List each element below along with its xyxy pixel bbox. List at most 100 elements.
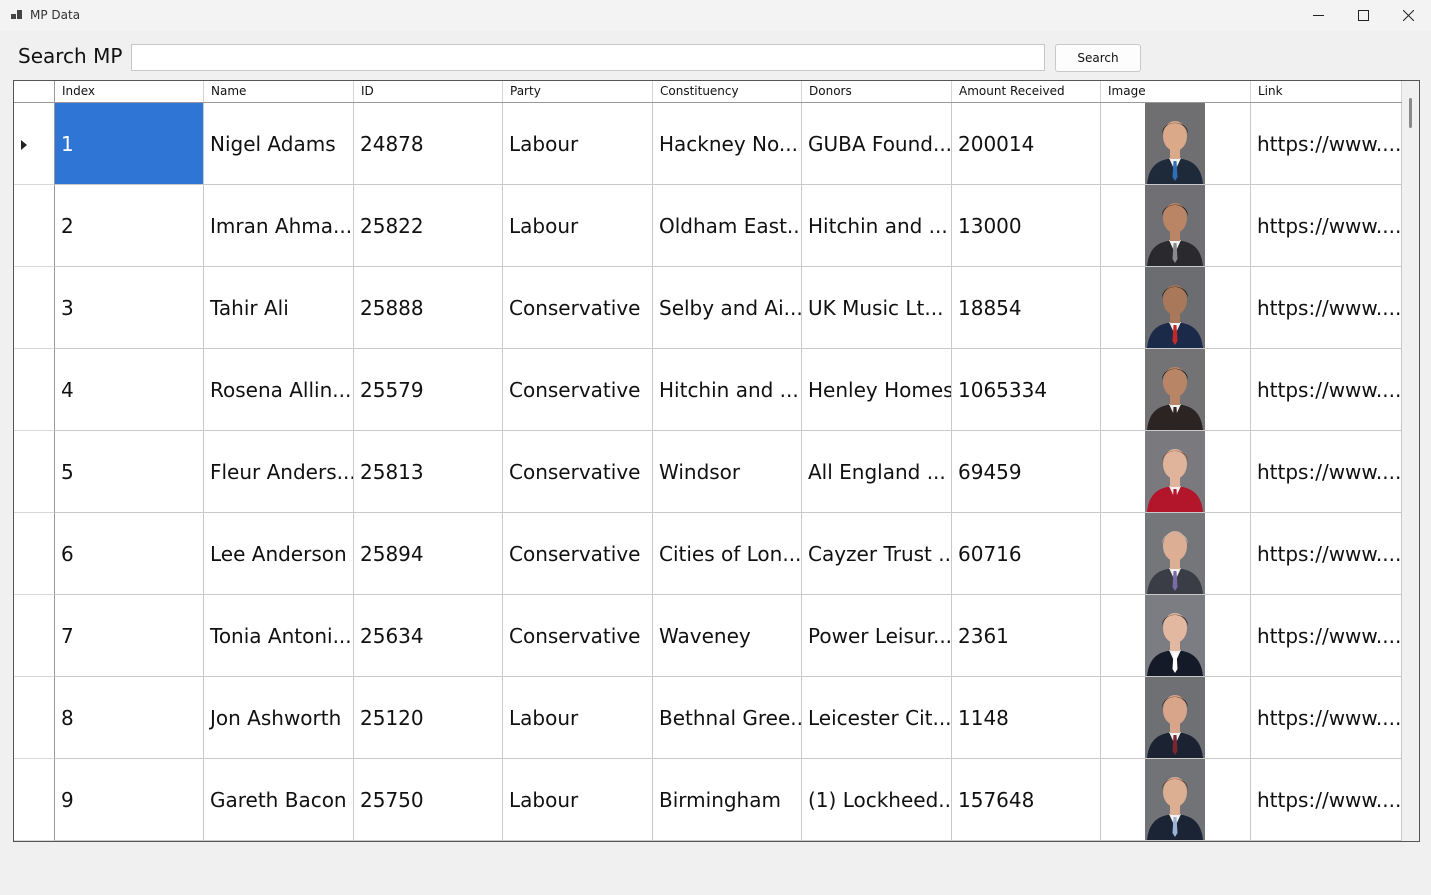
cell-constituency[interactable]: Birmingham: [653, 759, 802, 841]
row-header[interactable]: [14, 185, 55, 267]
vertical-scrollbar[interactable]: [1402, 81, 1419, 841]
cell-image[interactable]: [1101, 759, 1251, 841]
cell-donors[interactable]: Hitchin and ...: [802, 185, 952, 267]
cell-constituency[interactable]: Selby and Ai...: [653, 267, 802, 349]
table-row[interactable]: 9 Gareth Bacon 25750 Labour Birmingham (1) Lo…: [14, 759, 1402, 841]
cell-index[interactable]: 5: [55, 431, 204, 513]
row-header[interactable]: [14, 431, 55, 513]
cell-index[interactable]: 2: [55, 185, 204, 267]
cell-party[interactable]: Conservative: [503, 595, 653, 677]
cell-amount-received[interactable]: 69459: [952, 431, 1101, 513]
cell-donors[interactable]: All England ...: [802, 431, 952, 513]
cell-image[interactable]: [1101, 431, 1251, 513]
cell-constituency[interactable]: Hitchin and ...: [653, 349, 802, 431]
cell-constituency[interactable]: Windsor: [653, 431, 802, 513]
column-header-id[interactable]: ID: [354, 81, 503, 102]
scrollbar-thumb[interactable]: [1409, 98, 1412, 128]
column-header-constituency[interactable]: Constituency: [653, 81, 802, 102]
search-button[interactable]: Search: [1055, 44, 1141, 72]
cell-party[interactable]: Conservative: [503, 513, 653, 595]
cell-id[interactable]: 25888: [354, 267, 503, 349]
cell-party[interactable]: Conservative: [503, 431, 653, 513]
table-row[interactable]: 6 Lee Anderson 25894 Conservative Cities of …: [14, 513, 1402, 595]
table-row[interactable]: 4 Rosena Allin... 25579 Conservative Hitchin…: [14, 349, 1402, 431]
cell-party[interactable]: Labour: [503, 677, 653, 759]
minimize-button[interactable]: [1295, 0, 1341, 31]
row-header[interactable]: [14, 677, 55, 759]
mp-data-grid[interactable]: Index Name ID Party Constituency Donors Amount…: [13, 80, 1420, 842]
cell-amount-received[interactable]: 1148: [952, 677, 1101, 759]
column-header-party[interactable]: Party: [503, 81, 653, 102]
cell-amount-received[interactable]: 18854: [952, 267, 1101, 349]
cell-id[interactable]: 25750: [354, 759, 503, 841]
cell-constituency[interactable]: Bethnal Gree...: [653, 677, 802, 759]
column-header-amount-received[interactable]: Amount Received: [952, 81, 1101, 102]
cell-id[interactable]: 25822: [354, 185, 503, 267]
cell-link[interactable]: https://www....: [1251, 103, 1402, 185]
cell-amount-received[interactable]: 2361: [952, 595, 1101, 677]
cell-image[interactable]: [1101, 513, 1251, 595]
cell-name[interactable]: Tonia Antoni...: [204, 595, 354, 677]
cell-name[interactable]: Lee Anderson: [204, 513, 354, 595]
maximize-button[interactable]: [1340, 0, 1386, 31]
cell-name[interactable]: Rosena Allin...: [204, 349, 354, 431]
cell-name[interactable]: Imran Ahma...: [204, 185, 354, 267]
row-header[interactable]: [14, 759, 55, 841]
cell-id[interactable]: 25634: [354, 595, 503, 677]
cell-name[interactable]: Gareth Bacon: [204, 759, 354, 841]
cell-id[interactable]: 25894: [354, 513, 503, 595]
column-header-index[interactable]: Index: [55, 81, 204, 102]
cell-id[interactable]: 24878: [354, 103, 503, 185]
cell-index[interactable]: 3: [55, 267, 204, 349]
cell-party[interactable]: Conservative: [503, 267, 653, 349]
cell-party[interactable]: Labour: [503, 103, 653, 185]
cell-constituency[interactable]: Oldham East...: [653, 185, 802, 267]
table-row[interactable]: 3 Tahir Ali 25888 Conservative Selby and Ai.…: [14, 267, 1402, 349]
cell-link[interactable]: https://www....: [1251, 759, 1402, 841]
cell-index[interactable]: 6: [55, 513, 204, 595]
cell-name[interactable]: Fleur Anders...: [204, 431, 354, 513]
row-header[interactable]: [14, 513, 55, 595]
row-header[interactable]: [14, 103, 55, 185]
cell-id[interactable]: 25579: [354, 349, 503, 431]
table-row[interactable]: 5 Fleur Anders... 25813 Conservative Windsor…: [14, 431, 1402, 513]
cell-donors[interactable]: UK Music Lt...: [802, 267, 952, 349]
cell-party[interactable]: Labour: [503, 759, 653, 841]
cell-party[interactable]: Labour: [503, 185, 653, 267]
column-header-image[interactable]: Image: [1101, 81, 1251, 102]
cell-index[interactable]: 8: [55, 677, 204, 759]
cell-image[interactable]: [1101, 595, 1251, 677]
cell-id[interactable]: 25120: [354, 677, 503, 759]
cell-donors[interactable]: Power Leisur...: [802, 595, 952, 677]
cell-amount-received[interactable]: 200014: [952, 103, 1101, 185]
cell-donors[interactable]: (1) Lockheed...: [802, 759, 952, 841]
table-row[interactable]: 1 Nigel Adams 24878 Labour Hackney No... GUBA…: [14, 103, 1402, 185]
cell-donors[interactable]: Henley Homes: [802, 349, 952, 431]
cell-id[interactable]: 25813: [354, 431, 503, 513]
cell-image[interactable]: [1101, 349, 1251, 431]
cell-image[interactable]: [1101, 185, 1251, 267]
column-header-donors[interactable]: Donors: [802, 81, 952, 102]
cell-image[interactable]: [1101, 267, 1251, 349]
cell-image[interactable]: [1101, 677, 1251, 759]
column-header-link[interactable]: Link: [1251, 81, 1402, 102]
search-input[interactable]: [131, 44, 1045, 71]
cell-index[interactable]: 4: [55, 349, 204, 431]
cell-donors[interactable]: Leicester Cit...: [802, 677, 952, 759]
row-header[interactable]: [14, 595, 55, 677]
cell-link[interactable]: https://www....: [1251, 595, 1402, 677]
cell-name[interactable]: Nigel Adams: [204, 103, 354, 185]
table-row[interactable]: 8 Jon Ashworth 25120 Labour Bethnal Gree... L…: [14, 677, 1402, 759]
table-row[interactable]: 7 Tonia Antoni... 25634 Conservative Waveney…: [14, 595, 1402, 677]
cell-constituency[interactable]: Waveney: [653, 595, 802, 677]
cell-index[interactable]: 7: [55, 595, 204, 677]
cell-name[interactable]: Jon Ashworth: [204, 677, 354, 759]
cell-amount-received[interactable]: 1065334: [952, 349, 1101, 431]
cell-index[interactable]: 1: [55, 103, 204, 185]
cell-name[interactable]: Tahir Ali: [204, 267, 354, 349]
column-header-name[interactable]: Name: [204, 81, 354, 102]
cell-party[interactable]: Conservative: [503, 349, 653, 431]
cell-donors[interactable]: GUBA Found...: [802, 103, 952, 185]
cell-constituency[interactable]: Cities of Lon...: [653, 513, 802, 595]
row-header[interactable]: [14, 267, 55, 349]
